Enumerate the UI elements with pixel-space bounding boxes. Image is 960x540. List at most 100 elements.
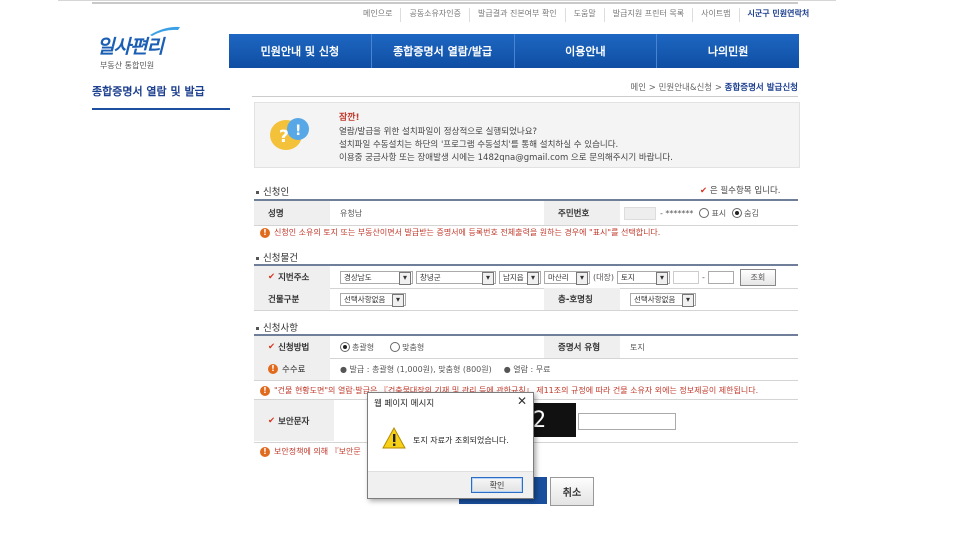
rrn-show-label: 표시 — [711, 208, 727, 218]
notice-line-1: 열람/발급을 위한 설치파일이 정상적으로 실행되었나요? — [339, 127, 538, 137]
captcha-label-text: 보안문자 — [278, 416, 310, 427]
floor-field: 선택사항없음 — [630, 288, 699, 310]
required-note-text: 은 필수항목 입니다. — [709, 186, 781, 196]
section-applicant-title: 신청인 — [256, 184, 289, 198]
top-border — [58, 0, 836, 1]
notice-line-3: 이용중 궁금사항 또는 장애발생 시에는 1482qna@gmail.com 으… — [339, 153, 673, 163]
rrn-field-group: - ******* 표시 숨김 — [624, 201, 759, 225]
required-check-icon: ✔ — [268, 272, 276, 282]
applicant-table: 성명 유청남 주민번호 - ******* 표시 숨김 — [254, 199, 798, 227]
nav-certificate[interactable]: 종합증명서 열람/발급 — [372, 34, 515, 68]
lookup-button[interactable]: 조회 — [739, 268, 776, 286]
dialog-ok-button[interactable]: 확인 — [471, 477, 523, 493]
svg-text:?: ? — [279, 127, 289, 147]
daejang-select[interactable]: 토지 — [616, 270, 670, 285]
cancel-button[interactable]: 취소 — [550, 477, 594, 506]
rrn-mask: - ******* — [660, 208, 694, 218]
site-logo[interactable]: 일사편리 — [97, 32, 164, 59]
nav-guide[interactable]: 이용안내 — [515, 34, 658, 68]
rrn-label: 주민번호 — [544, 201, 620, 225]
method-row: ✔ 신청방법 총괄형 맞춤형 증명서 유형 토지 — [254, 336, 798, 359]
required-check-icon: ✔ — [268, 415, 276, 426]
logo-swoosh-icon — [150, 26, 180, 36]
eupmyeon-select[interactable]: 남지읍 — [499, 270, 541, 285]
fee-values: ● 발급 : 총괄형 (1,000원), 맞춤형 (800원) ● 열람 : 무… — [340, 358, 550, 380]
util-link-printers[interactable]: 발급지원 프린터 목록 — [605, 8, 694, 22]
warning-icon — [382, 427, 406, 449]
applicant-warning-text: 신청인 소유의 토지 또는 부동산이면서 발급받는 증명서에 등록번호 전체출력… — [274, 228, 661, 237]
dialog-body: 토지 자료가 조회되었습니다. — [368, 411, 533, 471]
required-note: ✔ 은 필수항목 입니다. — [700, 184, 781, 196]
daejang-label: (대장) — [593, 272, 614, 282]
svg-text:!: ! — [295, 123, 301, 139]
custom-label: 맞춤형 — [402, 342, 425, 352]
request-table: ✔ 신청방법 총괄형 맞춤형 증명서 유형 토지 ! 수수료 ● 발급 : 총괄형… — [254, 334, 798, 381]
rrn-hide-label: 숨김 — [744, 208, 759, 218]
method-label: ✔ 신청방법 — [254, 336, 330, 358]
info-icon: ! — [260, 447, 270, 457]
breadcrumb: 메인 > 민원안내&신청 > 종합증명서 발급신청 — [560, 81, 798, 93]
building-select[interactable]: 선택사항없음 — [340, 292, 406, 307]
applicant-warning: ! 신청인 소유의 토지 또는 부동산이면서 발급받는 증명서에 등록번호 전체출… — [260, 227, 660, 238]
util-link-sitemap[interactable]: 사이트맵 — [693, 8, 740, 22]
captcha-label: ✔ 보안문자 — [254, 400, 334, 441]
notice-title: 잠깐! — [339, 113, 360, 123]
address-label-text: 지번주소 — [278, 273, 310, 283]
section-item-title: 신청물건 — [256, 250, 298, 264]
fee-label: ! 수수료 — [254, 358, 330, 380]
breadcrumb-divider — [252, 96, 798, 97]
rrn-front-input[interactable] — [624, 206, 656, 220]
cert-type-label: 증명서 유형 — [544, 336, 620, 358]
fee-label-text: 수수료 — [282, 365, 306, 375]
util-link-main[interactable]: 메인으로 — [355, 8, 402, 22]
main-number-input[interactable] — [672, 270, 699, 284]
floor-label: 층-호명칭 — [544, 288, 620, 310]
custom-radio[interactable] — [390, 342, 401, 352]
message-dialog: 웹 페이지 메시지 ✕ 토지 자료가 조회되었습니다. 확인 — [367, 392, 534, 499]
util-link-coowner[interactable]: 공동소유자인증 — [401, 8, 470, 22]
floor-select[interactable]: 선택사항없음 — [630, 292, 696, 307]
info-icon: ! — [260, 386, 270, 396]
breadcrumb-current: 종합증명서 발급신청 — [724, 83, 798, 93]
dialog-footer: 확인 — [368, 471, 533, 498]
name-value: 유청남 — [340, 208, 363, 218]
fee-issue: ● 발급 : 총괄형 (1,000원), 맞춤형 (800원) — [340, 364, 492, 374]
info-icon: ! — [268, 364, 278, 374]
building-field: 선택사항없음 — [340, 288, 409, 310]
question-exclamation-icon: ? ! — [270, 118, 309, 150]
util-link-help[interactable]: 도움말 — [566, 8, 605, 22]
nav-apply[interactable]: 민원안내 및 신청 — [229, 34, 372, 68]
utility-links: 메인으로 공동소유자인증 발급결과 진본여부 확인 도움말 발급지원 프린터 목… — [355, 8, 817, 22]
side-menu-title[interactable]: 종합증명서 열람 및 발급 — [92, 83, 230, 99]
nav-my-requests[interactable]: 나의민원 — [657, 34, 799, 68]
sido-select[interactable]: 경상남도 — [340, 270, 413, 285]
required-check-icon: ✔ — [268, 342, 276, 352]
dialog-message: 토지 자료가 조회되었습니다. — [413, 436, 509, 445]
main-nav: 민원안내 및 신청 종합증명서 열람/발급 이용안내 나의민원 — [229, 34, 799, 68]
method-radios: 총괄형 맞춤형 — [334, 336, 424, 358]
top-border-accent — [92, 2, 798, 4]
util-link-verify[interactable]: 발급결과 진본여부 확인 — [470, 8, 566, 22]
util-link-contacts[interactable]: 시군구 민원연락처 — [740, 8, 818, 22]
notice-line-2: 설치파일 수동설치는 하단의 '프로그램 수동설치'를 통해 설치하실 수 있습… — [339, 140, 619, 150]
building-row: 건물구분 선택사항없음 층-호명칭 선택사항없음 — [254, 288, 798, 311]
summary-radio[interactable] — [340, 342, 350, 352]
captcha-input[interactable] — [578, 413, 676, 430]
logo-subtitle: 부동산 통합민원 — [100, 61, 155, 70]
cert-type-value: 토지 — [630, 342, 645, 352]
section-request-title: 신청사항 — [256, 320, 298, 334]
sigungu-select[interactable]: 창녕군 — [416, 270, 496, 285]
ri-select[interactable]: 마산리 — [544, 270, 590, 285]
dialog-title: 웹 페이지 메시지 — [374, 399, 435, 409]
security-warning-text: 보안정책에 의해 『보안문 — [274, 447, 361, 456]
rrn-show-radio[interactable] — [699, 208, 710, 218]
method-label-text: 신청방법 — [278, 343, 310, 353]
security-warning: ! 보안정책에 의해 『보안문 — [260, 446, 361, 457]
address-label: ✔ 지번주소 — [254, 266, 330, 288]
fee-view: ● 열람 : 무료 — [503, 364, 551, 374]
dialog-close-icon[interactable]: ✕ — [517, 394, 527, 408]
info-icon: ! — [260, 228, 270, 238]
rrn-hide-radio[interactable] — [732, 208, 743, 218]
name-label: 성명 — [254, 201, 330, 225]
sub-number-input[interactable] — [707, 270, 734, 284]
